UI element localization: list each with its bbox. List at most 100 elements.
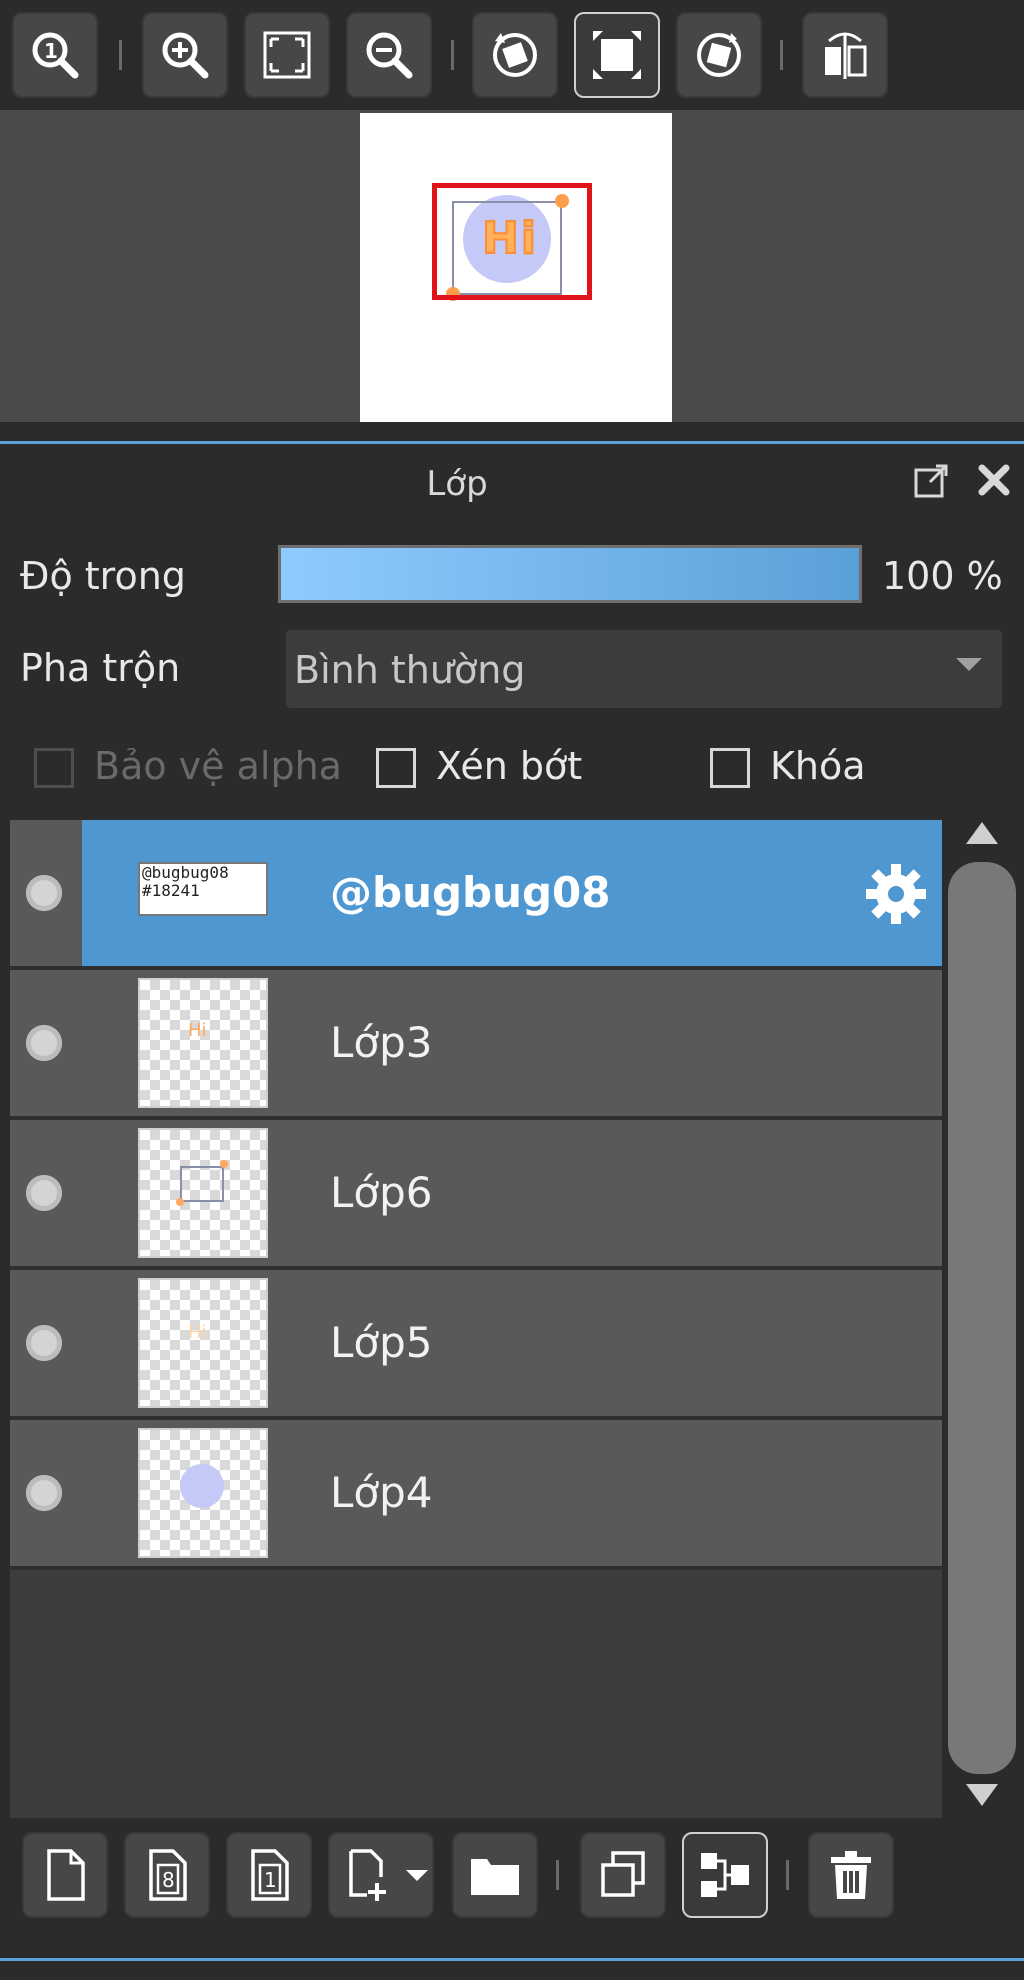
flip-horizontal-button[interactable] bbox=[802, 12, 888, 98]
new-page-icon bbox=[47, 1849, 85, 1901]
merge-down-icon bbox=[701, 1853, 749, 1897]
add-layer-menu-button[interactable] bbox=[328, 1832, 434, 1918]
visibility-toggle[interactable] bbox=[10, 970, 82, 1116]
gear-icon[interactable] bbox=[862, 860, 930, 928]
blend-mode-label: Pha trộn bbox=[20, 646, 181, 690]
lock-checkbox[interactable] bbox=[710, 748, 750, 788]
layer-thumbnail-text: Hi bbox=[188, 1020, 207, 1041]
folder-icon bbox=[471, 1859, 519, 1895]
visibility-toggle[interactable] bbox=[10, 1120, 82, 1266]
layer-thumbnail: Hi bbox=[138, 978, 268, 1108]
layer-row[interactable]: Lớp6 bbox=[10, 1120, 942, 1266]
navigator-preview[interactable]: Hi bbox=[0, 110, 1024, 422]
navigator-viewport-rectangle[interactable] bbox=[432, 183, 592, 300]
clipping-checkbox[interactable] bbox=[376, 748, 416, 788]
layer-thumbnail-text: Hi bbox=[188, 1322, 207, 1343]
new-1bit-layer-button[interactable]: 1 bbox=[226, 1832, 312, 1918]
clipping-label: Xén bớt bbox=[436, 744, 583, 788]
layer-thumbnail bbox=[138, 1128, 268, 1258]
protect-alpha-checkbox[interactable] bbox=[34, 748, 74, 788]
thumbnail-handle bbox=[176, 1198, 184, 1206]
canvas-thumbnail[interactable]: Hi bbox=[360, 113, 672, 422]
new-8bit-page-icon: 8 bbox=[149, 1849, 187, 1901]
toolbar-separator bbox=[119, 40, 122, 70]
layer-thumbnail-text: @bugbug08 #18241 bbox=[142, 864, 229, 900]
new-8bit-layer-button[interactable]: 8 bbox=[124, 1832, 210, 1918]
layer-row[interactable]: Hi Lớp3 bbox=[10, 970, 942, 1116]
scrollbar-track[interactable] bbox=[946, 862, 1018, 1774]
chevron-down-icon bbox=[956, 658, 982, 671]
new-folder-button[interactable] bbox=[452, 1832, 538, 1918]
new-layer-button[interactable] bbox=[22, 1832, 108, 1918]
scrollbar-thumb[interactable] bbox=[948, 862, 1016, 1774]
zoom-in-button[interactable] bbox=[142, 12, 228, 98]
layer-name[interactable]: Lớp5 bbox=[330, 1318, 432, 1367]
fit-to-window-icon bbox=[263, 31, 311, 79]
layer-list: @bugbug08 #18241 @bugbug08 Hi Lớp3 Lớp6 … bbox=[10, 820, 942, 1840]
rotate-left-icon bbox=[493, 33, 537, 77]
zoom-in-icon bbox=[162, 32, 209, 79]
protect-alpha-label: Bảo vệ alpha bbox=[94, 744, 342, 788]
navigator-toolbar: 1 bbox=[0, 0, 1024, 110]
opacity-slider[interactable] bbox=[278, 545, 862, 603]
layer-panel-window: 1 Hi Lớp Độ trong 100 % Pha trộn Bình th… bbox=[0, 0, 1024, 1980]
scroll-down-arrow[interactable] bbox=[966, 1784, 998, 1806]
visibility-dot-icon bbox=[26, 875, 62, 911]
delete-layer-button[interactable] bbox=[808, 1832, 894, 1918]
thumbnail-handle bbox=[220, 1160, 228, 1168]
visibility-toggle[interactable] bbox=[10, 820, 82, 966]
visibility-toggle[interactable] bbox=[10, 1270, 82, 1416]
layer-thumbnail: @bugbug08 #18241 bbox=[138, 862, 268, 916]
merge-layer-button[interactable] bbox=[682, 1832, 768, 1918]
zoom-actual-size-icon: 1 bbox=[32, 32, 79, 79]
fullscreen-icon bbox=[593, 31, 641, 79]
layer-name[interactable]: Lớp3 bbox=[330, 1018, 432, 1067]
layer-row[interactable]: @bugbug08 #18241 @bugbug08 bbox=[10, 820, 942, 966]
layer-thumbnail: Hi bbox=[138, 1278, 268, 1408]
add-page-icon bbox=[349, 1849, 386, 1901]
svg-text:1: 1 bbox=[44, 39, 58, 63]
layer-name[interactable]: Lớp6 bbox=[330, 1168, 432, 1217]
panel-title: Lớp bbox=[426, 464, 488, 504]
visibility-dot-icon bbox=[26, 1175, 62, 1211]
rotate-reset-icon bbox=[697, 33, 741, 77]
svg-text:8: 8 bbox=[162, 1868, 175, 1892]
popout-icon[interactable] bbox=[912, 460, 952, 500]
blend-mode-select[interactable]: Bình thường bbox=[286, 630, 1002, 708]
toolbar-separator bbox=[786, 1860, 789, 1890]
panel-bottom-divider bbox=[0, 1958, 1024, 1961]
layer-panel-body: Độ trong 100 % Pha trộn Bình thường Bảo … bbox=[0, 522, 1024, 1980]
trash-icon bbox=[831, 1851, 871, 1899]
close-icon[interactable] bbox=[974, 460, 1014, 500]
duplicate-layer-button[interactable] bbox=[580, 1832, 666, 1918]
zoom-actual-size-button[interactable]: 1 bbox=[12, 12, 98, 98]
visibility-dot-icon bbox=[26, 1475, 62, 1511]
rotate-left-button[interactable] bbox=[472, 12, 558, 98]
toolbar-separator bbox=[451, 40, 454, 70]
thumbnail-circle-shape bbox=[180, 1464, 224, 1508]
lock-label: Khóa bbox=[770, 744, 866, 788]
flip-horizontal-icon bbox=[825, 32, 867, 79]
svg-text:1: 1 bbox=[264, 1868, 277, 1892]
scroll-up-arrow[interactable] bbox=[966, 822, 998, 844]
layer-actions-toolbar: 8 1 bbox=[0, 1818, 1024, 1928]
toolbar-separator bbox=[780, 40, 783, 70]
fit-to-window-button[interactable] bbox=[244, 12, 330, 98]
zoom-out-button[interactable] bbox=[346, 12, 432, 98]
layer-row[interactable]: Hi Lớp5 bbox=[10, 1270, 942, 1416]
zoom-out-icon bbox=[366, 32, 413, 79]
visibility-dot-icon bbox=[26, 1325, 62, 1361]
rotate-reset-button[interactable] bbox=[676, 12, 762, 98]
visibility-toggle[interactable] bbox=[10, 1420, 82, 1566]
visibility-dot-icon bbox=[26, 1025, 62, 1061]
new-1bit-page-icon: 1 bbox=[251, 1849, 289, 1901]
duplicate-icon bbox=[601, 1851, 645, 1897]
toolbar-separator bbox=[556, 1860, 559, 1890]
layer-row[interactable]: Lớp4 bbox=[10, 1420, 942, 1566]
fullscreen-button[interactable] bbox=[574, 12, 660, 98]
layer-name[interactable]: @bugbug08 bbox=[330, 868, 611, 917]
opacity-value: 100 % bbox=[882, 554, 1003, 598]
panel-header: Lớp bbox=[0, 444, 1024, 522]
layer-name[interactable]: Lớp4 bbox=[330, 1468, 432, 1517]
opacity-label: Độ trong bbox=[20, 554, 186, 598]
